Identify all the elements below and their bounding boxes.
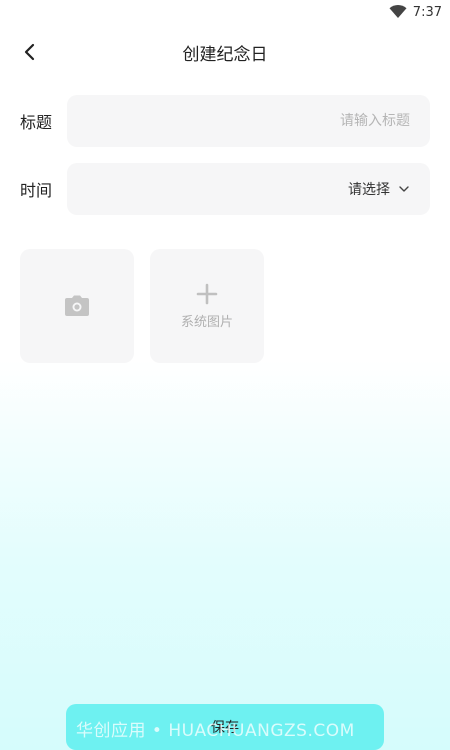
time-row: 时间 请选择 bbox=[20, 163, 430, 215]
time-select[interactable]: 请选择 bbox=[67, 163, 430, 215]
save-button[interactable]: 保存 bbox=[66, 704, 384, 750]
system-image-label: 系统图片 bbox=[180, 314, 233, 330]
camera-tile[interactable] bbox=[20, 249, 134, 363]
time-label: 时间 bbox=[20, 181, 53, 200]
plus-icon bbox=[196, 283, 218, 304]
back-button[interactable] bbox=[16, 38, 44, 66]
wifi-icon bbox=[389, 5, 407, 18]
page-title: 创建纪念日 bbox=[182, 44, 268, 65]
image-tiles: 系统图片 bbox=[20, 249, 264, 363]
status-time: 7:37 bbox=[412, 4, 442, 20]
system-image-tile[interactable]: 系统图片 bbox=[150, 249, 264, 363]
chevron-left-icon bbox=[24, 43, 35, 61]
time-select-value: 请选择 bbox=[348, 182, 390, 198]
status-bar: 7:37 bbox=[0, 0, 450, 24]
title-field-container bbox=[67, 95, 430, 147]
chevron-down-icon bbox=[399, 186, 409, 192]
title-label: 标题 bbox=[20, 113, 53, 132]
camera-icon bbox=[65, 295, 89, 316]
header: 创建纪念日 bbox=[0, 30, 450, 74]
title-input[interactable] bbox=[67, 95, 410, 147]
title-row: 标题 bbox=[20, 95, 430, 147]
